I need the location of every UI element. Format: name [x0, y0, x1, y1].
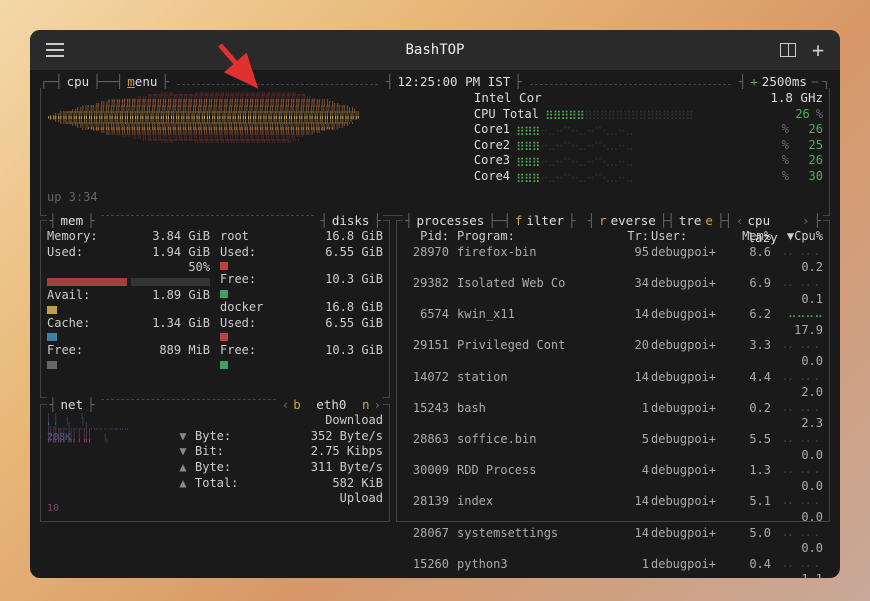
core-row: Core1⣿⣿⣿⠒⠤⠒⠉⠒⠤⠒⠉⠢⠤⠒⠤%26 — [474, 122, 823, 138]
proc-left-arrow[interactable]: ‹ — [734, 213, 746, 227]
cpu-panel: ⣀⣀⣠⣤⣤⣀⣀⣀⣀⣤⣤⣤⣤⣤⣤⣤⣤⣤⣤⣤⣤⣤⣤⣤⣤⣤⣤⣤⣤⣀⡀ ⢀⣀⣀⣠⣤⣤⣶⣶… — [40, 88, 830, 216]
process-row[interactable]: 28067systemsettings14debugpoi+5.0⠠⠄⠠⠄⠄ 0… — [403, 526, 823, 557]
mem-row: 50% — [47, 260, 210, 276]
process-row[interactable]: 30009RDD Process4debugpoi+1.3⠠⠄⠠⠄⠄ 0.0 — [403, 463, 823, 494]
mem-row: root16.8 GiB — [220, 229, 383, 245]
hamburger-icon[interactable] — [46, 43, 64, 57]
core-row: Core4⣿⣿⣿⠒⠤⠒⠉⠒⠤⠒⠉⠢⠤⠒⠤%30 — [474, 169, 823, 185]
mem-row: Avail:1.89 GiB — [47, 288, 210, 304]
cpu-freq: 1.8 GHz — [770, 90, 823, 106]
upload-label: Upload — [177, 491, 383, 507]
net-iface: eth0 — [314, 397, 348, 411]
mem-row: Used:6.55 GiB — [220, 316, 383, 332]
mem-row: docker16.8 GiB — [220, 300, 383, 316]
mem-row: Used:6.55 GiB — [220, 245, 383, 261]
net-row: ▼Bit:2.75 Kibps — [177, 444, 383, 460]
menu-key[interactable]: m — [127, 74, 135, 89]
new-tab-icon[interactable]: + — [812, 40, 824, 60]
net-row: ▲Total:582 KiB — [177, 476, 383, 492]
mem-row: Used:1.94 GiB — [47, 245, 210, 261]
cpu-total-label: CPU Total — [474, 107, 539, 123]
process-row[interactable]: 14072station14debugpoi+4.4⠠⠄⠠⠄⠄ 2.0 — [403, 370, 823, 401]
mem-row: Memory:3.84 GiB — [47, 229, 210, 245]
titlebar: BashTOP + — [30, 30, 840, 70]
mem-panel: ┤mem├ ┤disks├ Memory:3.84 GiBUsed:1.94 G… — [40, 220, 390, 398]
mem-row: Free:10.3 GiB — [220, 272, 383, 288]
processes-panel: ┤processes├─┤ filter ├┤ reverse ├┤ tree … — [396, 220, 830, 522]
net-row: ▲Byte:311 Byte/s — [177, 460, 383, 476]
net-panel: ┤net├ ‹b eth0 n› ⡇⢸ ⢸ ⡇⢸ ⡇ ⢸ ⣧⣼⣀⣀⣇⣀⣀⣸⣀⣀⣀… — [40, 404, 390, 522]
filter-key[interactable]: f — [513, 213, 525, 227]
mem-row: Free:889 MiB — [47, 343, 210, 359]
net-b-key[interactable]: b — [291, 397, 303, 411]
process-row[interactable]: 6574kwin_x1114debugpoi+6.2⠤⠤⠤⠤ 17.9 — [403, 307, 823, 338]
process-row[interactable]: 28139index14debugpoi+5.1⠠⠄⠠⠄⠄ 0.0 — [403, 494, 823, 525]
core-row: Core2⣿⣿⣿⠒⠤⠒⠉⠒⠤⠒⠉⠢⠤⠒⠤%25 — [474, 138, 823, 154]
process-row[interactable]: 29382Isolated Web Co34debugpoi+6.9⠠⠄⠠⠄⠄ … — [403, 276, 823, 307]
mem-row: Cache:1.34 GiB — [47, 316, 210, 332]
window-title: BashTOP — [30, 42, 840, 58]
net-row: ▼Byte:352 Byte/s — [177, 429, 383, 445]
process-row[interactable]: 29151Privileged Cont20debugpoi+3.3⠠⠄⠠⠄⠄ … — [403, 338, 823, 369]
uptime: up 3:34 — [47, 190, 823, 206]
cpu-total-pct: 26 — [782, 107, 810, 123]
download-label: Download — [177, 413, 383, 429]
core-row: Core3⣿⣿⣿⠒⠤⠒⠉⠒⠤⠒⠉⠢⠤⠒⠤%26 — [474, 153, 823, 169]
terminal-window: BashTOP + ┌─┤ cpu ├──┤ menu ├ ┤ 12:25:00… — [30, 30, 840, 578]
process-row[interactable]: 28970firefox-bin95debugpoi+8.6⠠⠄⠠⠄⠄ 0.2 — [403, 245, 823, 276]
cpu-name: Intel Cor — [474, 90, 542, 106]
net-graph: ⡇⢸ ⢸ ⡇⢸ ⡇ ⢸ ⣧⣼⣀⣀⣇⣀⣀⣸⣀⣀⣀⣀⣀⣀⣀⣀ ⣿⣿⣿⡇⣿⡇⡇⣿⡇ ⣿… — [47, 413, 177, 503]
cpu-graph: ⣀⣀⣠⣤⣤⣀⣀⣀⣀⣤⣤⣤⣤⣤⣤⣤⣤⣤⣤⣤⣤⣤⣤⣤⣤⣤⣤⣤⣤⣀⡀ ⢀⣀⣀⣠⣤⣤⣶⣶… — [47, 90, 466, 190]
process-row[interactable]: 15260python31debugpoi+0.4⠠⠄⠠⠄⠄ 1.1 — [403, 557, 823, 578]
process-row[interactable]: 28863soffice.bin5debugpoi+5.5⠠⠄⠠⠄⠄ 0.0 — [403, 432, 823, 463]
reverse-key[interactable]: r — [597, 213, 609, 227]
process-row[interactable]: 15243bash1debugpoi+0.2⠠⠄⠠⠄⠄ 2.3 — [403, 401, 823, 432]
annotation-arrow — [215, 40, 275, 104]
mem-row: Free:10.3 GiB — [220, 343, 383, 359]
proc-mode: cpu lazy — [746, 213, 800, 227]
tree-key[interactable]: e — [703, 213, 715, 227]
split-icon[interactable] — [780, 43, 796, 57]
proc-right-arrow[interactable]: › — [800, 213, 812, 227]
net-n-key[interactable]: n — [360, 397, 372, 411]
